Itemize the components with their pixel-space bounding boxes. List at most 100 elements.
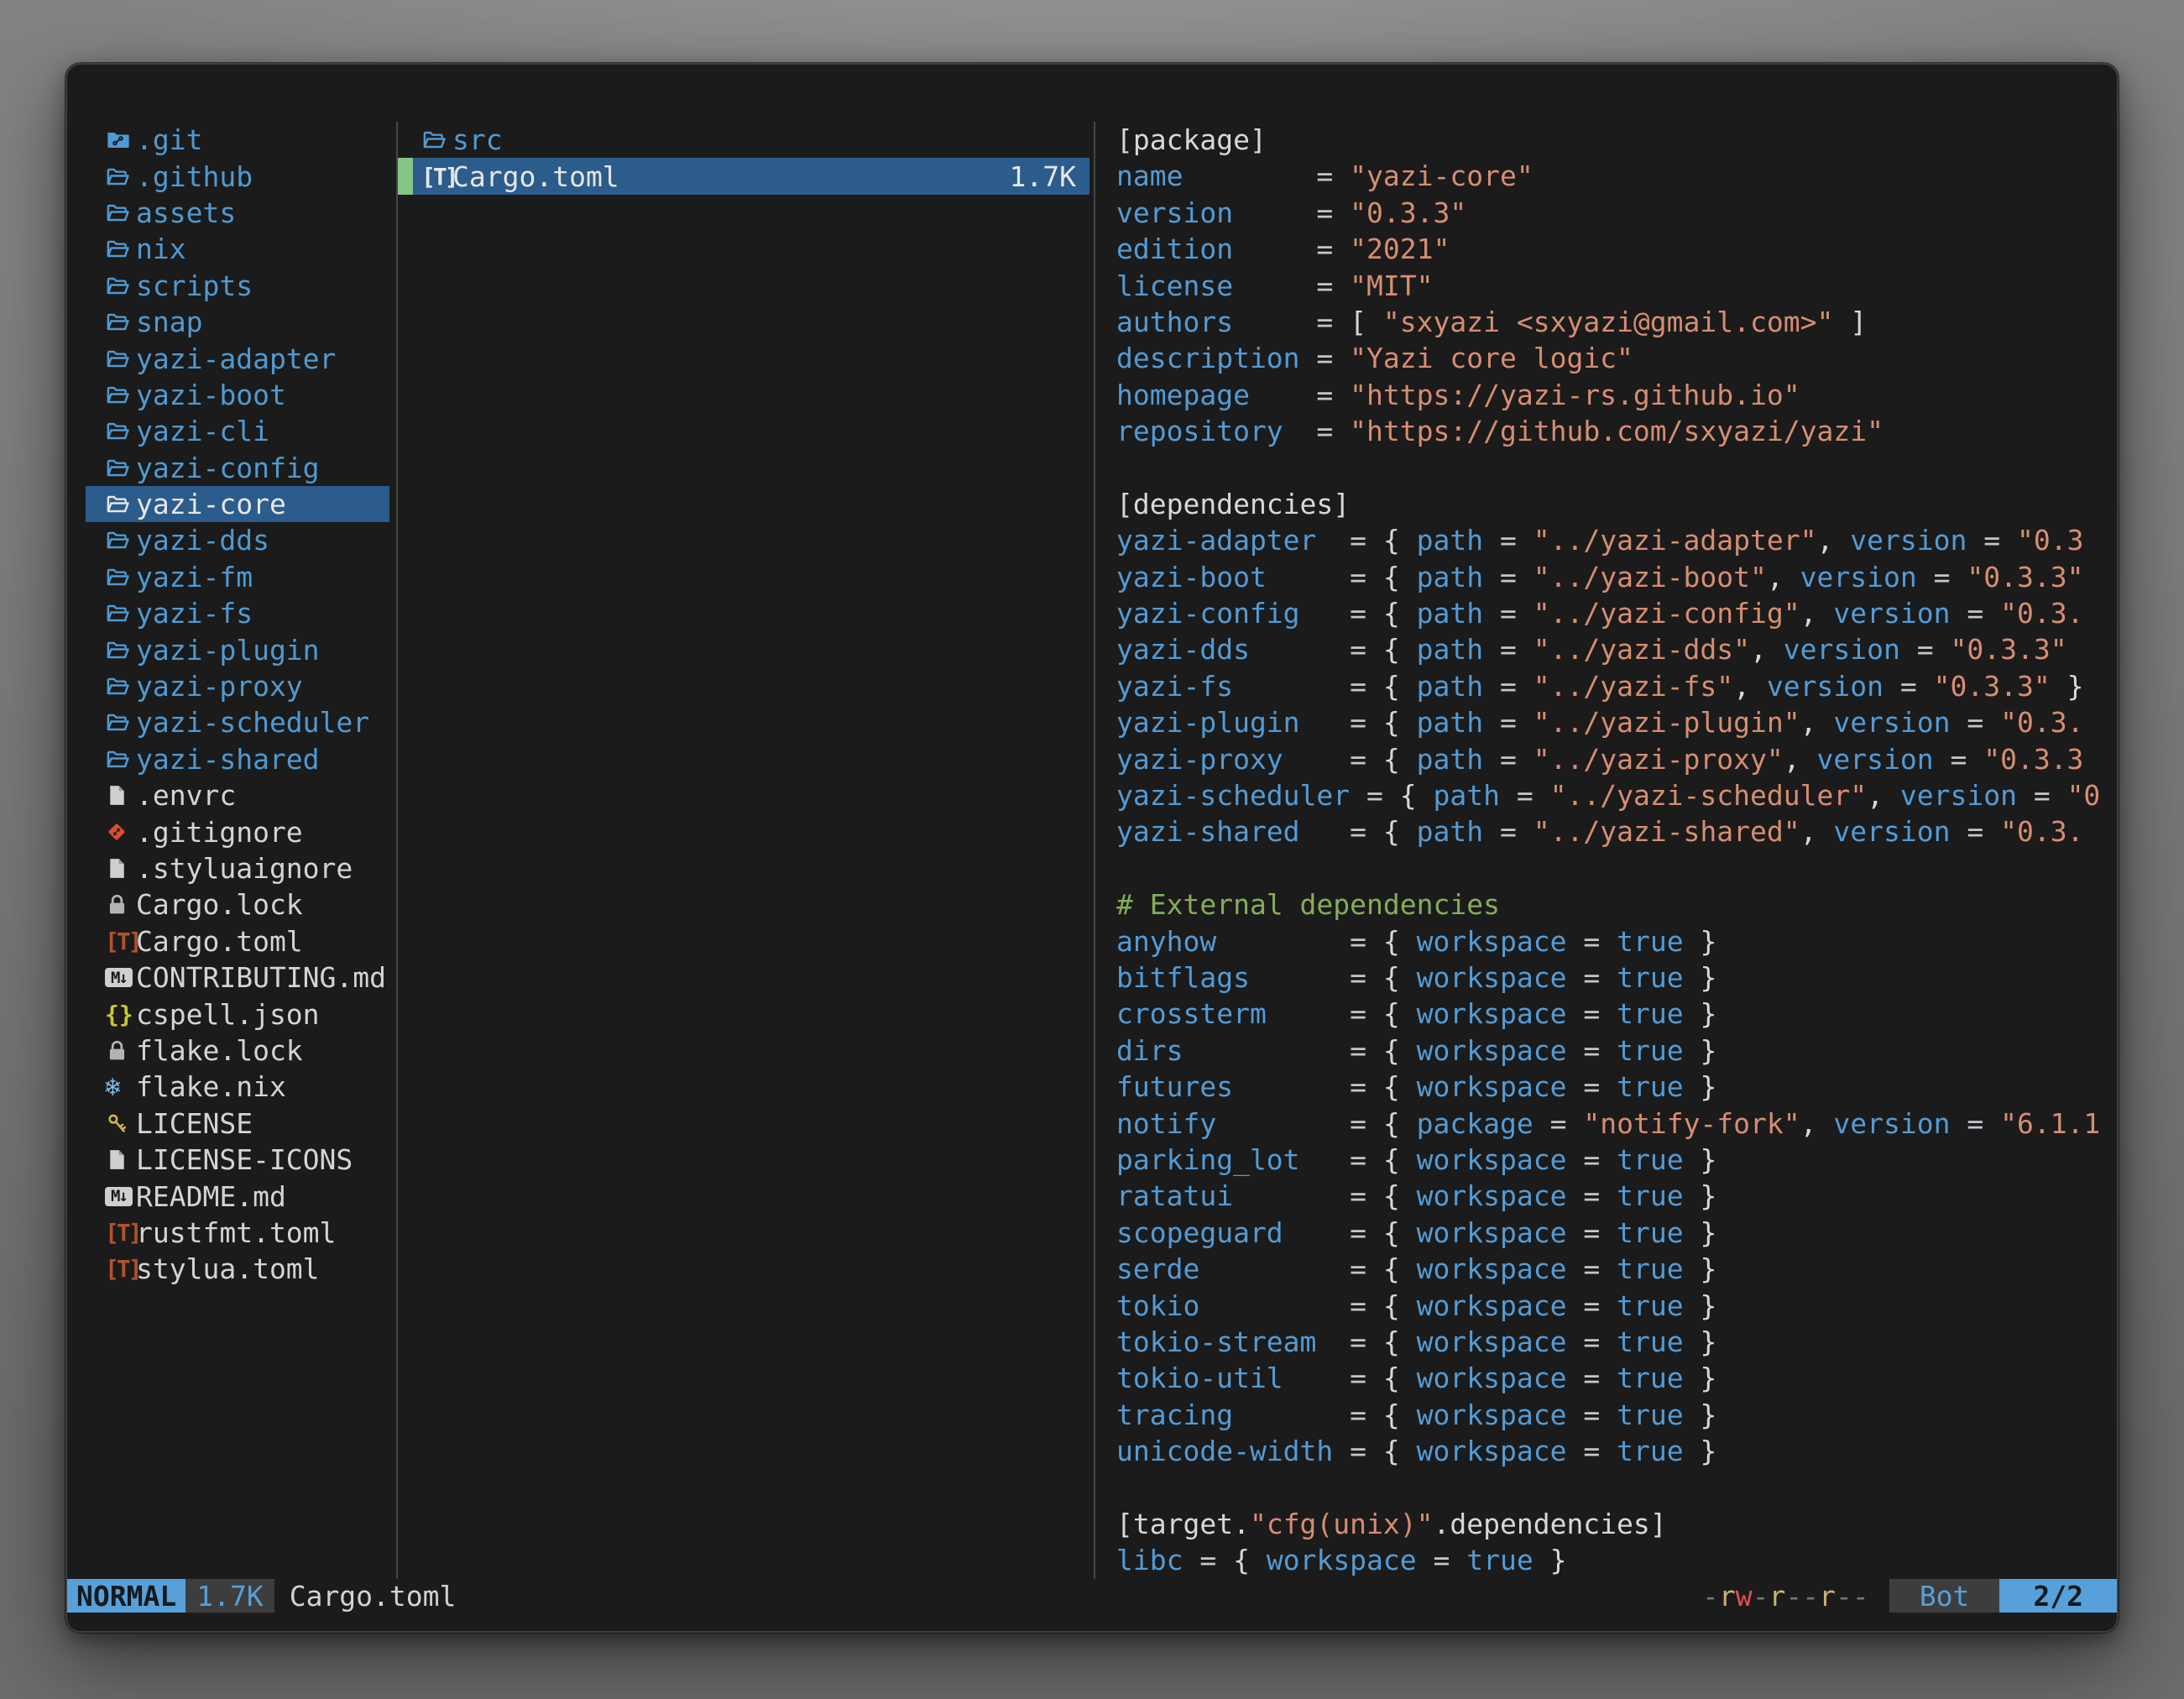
token-key: edition: [1116, 233, 1316, 265]
folder-row[interactable]: src: [398, 122, 1089, 158]
folder-row[interactable]: nix: [86, 231, 389, 267]
preview-line: ratatui = { workspace = true }: [1116, 1178, 2117, 1214]
token-string: "https://github.com/sxyazi/yazi": [1350, 415, 1884, 447]
file-row[interactable]: flake.lock: [86, 1032, 389, 1069]
folder-row[interactable]: scripts: [86, 268, 389, 304]
folder-row[interactable]: yazi-scheduler: [86, 704, 389, 740]
token-op: =: [1583, 1034, 1617, 1067]
file-row[interactable]: LICENSE: [86, 1106, 389, 1142]
token-op: =: [1350, 1070, 1383, 1103]
token-punct: }: [1700, 1325, 1716, 1358]
file-row[interactable]: M↓CONTRIBUTING.md: [86, 959, 389, 996]
status-filename: Cargo.toml: [290, 1580, 457, 1613]
file-row[interactable]: [T]Cargo.toml1.7K: [398, 158, 1089, 194]
toml-icon: [T]: [105, 1255, 136, 1283]
folder-row[interactable]: yazi-cli: [86, 413, 389, 449]
token-op: =: [1583, 1216, 1617, 1249]
preview-line: homepage = "https://yazi-rs.github.io": [1116, 377, 2117, 413]
file-row[interactable]: ❄flake.nix: [86, 1069, 389, 1105]
token-punct: {: [1383, 997, 1417, 1030]
file-name: .github: [136, 160, 253, 193]
folder-row[interactable]: yazi-boot: [86, 377, 389, 413]
token-op: =: [1967, 815, 2000, 848]
file-row[interactable]: Cargo.lock: [86, 886, 389, 923]
folder-row[interactable]: yazi-proxy: [86, 668, 389, 704]
file-row[interactable]: {}cspell.json: [86, 996, 389, 1032]
folder-row[interactable]: yazi-plugin: [86, 631, 389, 667]
token-op: =: [1917, 633, 1951, 666]
token-op: =: [1350, 1435, 1383, 1467]
file-name: yazi-fs: [136, 597, 253, 630]
token-key: version: [1800, 561, 1934, 593]
file-size-badge: 1.7K: [185, 1579, 274, 1613]
folder-open-icon: [105, 273, 136, 299]
parent-pane: .git.githubassetsnixscriptssnapyazi-adap…: [67, 122, 398, 1579]
token-op: =: [1500, 743, 1534, 776]
token-punct: {: [1383, 1362, 1417, 1394]
preview-line: [target."cfg(unix)".dependencies]: [1116, 1506, 2117, 1542]
token-key: version: [1767, 670, 1900, 703]
token-op: =: [1967, 1107, 2000, 1140]
folder-row[interactable]: .github: [86, 158, 389, 194]
folder-row[interactable]: yazi-config: [86, 450, 389, 486]
folder-row[interactable]: assets: [86, 195, 389, 231]
file-row[interactable]: .gitignore: [86, 813, 389, 850]
folder-row[interactable]: yazi-fm: [86, 559, 389, 595]
token-key: unicode-width: [1116, 1435, 1350, 1467]
folder-row[interactable]: yazi-shared: [86, 741, 389, 777]
folder-row[interactable]: .git: [86, 122, 389, 158]
token-op: =: [1350, 1143, 1383, 1176]
folder-row[interactable]: yazi-core: [86, 486, 389, 522]
token-key: workspace: [1417, 961, 1584, 994]
folder-row[interactable]: yazi-dds: [86, 522, 389, 558]
file-name: snap: [136, 306, 202, 338]
preview-line: yazi-adapter = { path = "../yazi-adapter…: [1116, 522, 2117, 558]
token-key: workspace: [1417, 1070, 1584, 1103]
token-key: dirs: [1116, 1034, 1350, 1067]
token-key: workspace: [1267, 1544, 1434, 1576]
markdown-icon: M↓: [105, 1187, 136, 1206]
file-row[interactable]: [T]Cargo.toml: [86, 923, 389, 959]
token-op: =: [1350, 997, 1383, 1030]
token-key: package: [1417, 1107, 1550, 1140]
token-op: =: [1199, 1544, 1233, 1576]
token-punct: ,: [1867, 779, 1900, 812]
current-pane: src[T]Cargo.toml1.7K: [398, 122, 1095, 1579]
file-row[interactable]: M↓README.md: [86, 1178, 389, 1214]
token-punct: {: [1383, 706, 1417, 739]
file-row[interactable]: [T]stylua.toml: [86, 1251, 389, 1287]
token-op: =: [1350, 597, 1383, 630]
file-name: flake.lock: [136, 1034, 303, 1067]
preview-line: yazi-plugin = { path = "../yazi-plugin",…: [1116, 704, 2117, 740]
token-op: =: [1983, 524, 2017, 557]
token-op: =: [1316, 306, 1350, 338]
folder-row[interactable]: yazi-fs: [86, 595, 389, 631]
preview-line: [1116, 450, 2117, 486]
token-op: =: [1583, 1070, 1617, 1103]
preview-line: notify = { package = "notify-fork", vers…: [1116, 1106, 2117, 1142]
folder-open-icon: [105, 673, 136, 699]
desktop-background: { "colors": { "accent_blue": "#539bd5", …: [0, 0, 2184, 1699]
permission-char: r: [1769, 1580, 1786, 1613]
folder-open-icon: [105, 709, 136, 735]
token-key: true: [1617, 1435, 1700, 1467]
token-op: =: [1316, 342, 1350, 374]
token-op: =: [1350, 1362, 1383, 1394]
preview-line: bitflags = { workspace = true }: [1116, 959, 2117, 996]
file-row[interactable]: .styluaignore: [86, 850, 389, 886]
file-name: cspell.json: [136, 998, 320, 1031]
file-row[interactable]: .envrc: [86, 777, 389, 813]
token-punct: }: [1700, 1435, 1716, 1467]
token-op: =: [1350, 1107, 1383, 1140]
preview-line: license = "MIT": [1116, 268, 2117, 304]
folder-row[interactable]: snap: [86, 304, 389, 340]
cursor-position-badge: 2/2: [1999, 1579, 2117, 1613]
file-name: assets: [136, 196, 236, 229]
file-row[interactable]: [T]rustfmt.toml: [86, 1215, 389, 1251]
permission-char: -: [1702, 1580, 1719, 1613]
token-key: version: [1900, 779, 2034, 812]
folder-row[interactable]: yazi-adapter: [86, 340, 389, 376]
file-row[interactable]: LICENSE-ICONS: [86, 1142, 389, 1178]
token-op: =: [1350, 706, 1383, 739]
token-key: true: [1617, 1362, 1700, 1394]
